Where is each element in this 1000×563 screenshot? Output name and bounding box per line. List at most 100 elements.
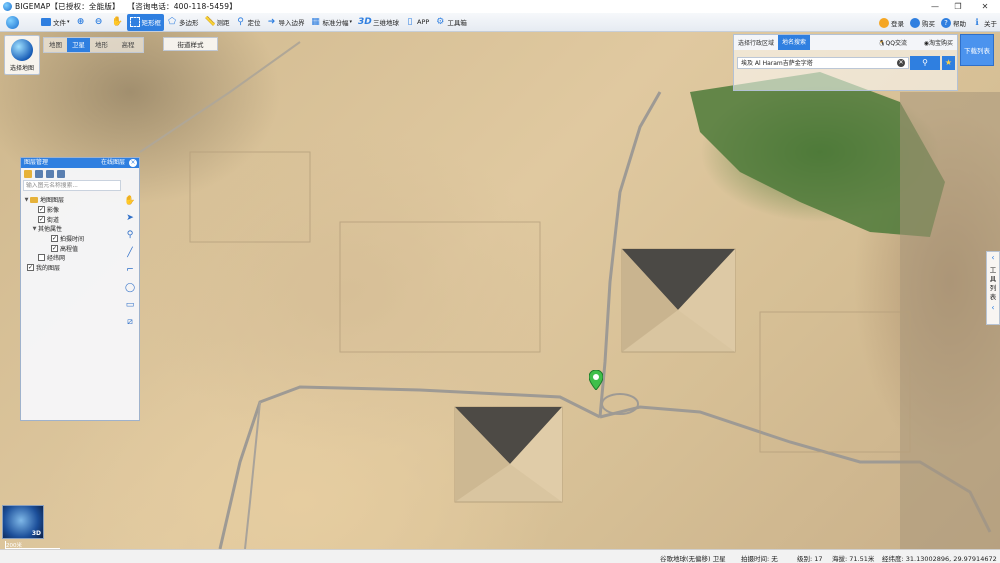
toolbox-button[interactable]: ⚙ 工具箱 (432, 14, 470, 31)
search-icon[interactable] (57, 170, 65, 178)
tab-select-region[interactable]: 选择行政区域 (734, 38, 778, 47)
pan-button[interactable]: ✋ (109, 14, 127, 31)
elevation-checkbox[interactable]: ✓ (51, 244, 58, 252)
folder-icon (41, 18, 51, 26)
chevron-left-icon[interactable]: ‹ (987, 302, 999, 314)
help-icon: ? (941, 17, 951, 28)
circle-icon[interactable]: ◯ (121, 279, 139, 296)
chevron-left-icon[interactable]: ‹ (987, 252, 999, 264)
tree-item-other-attributes[interactable]: ▼ 其他属性 (23, 224, 123, 234)
tree-item-elevation[interactable]: ✓ 高程值 (23, 243, 123, 253)
online-layers-link[interactable]: 在线图层 (101, 158, 125, 168)
second-pyramid (454, 406, 563, 503)
map-source-button[interactable]: 选择地图 (4, 35, 40, 75)
search-panel-tabs: 选择行政区域 地名搜索 🐧QQ交流 ◉淘宝购买 (734, 35, 957, 50)
tree-item-streets[interactable]: ✓ 街道 (23, 214, 123, 224)
layer-search-input[interactable]: 输入图元名称搜索... (23, 180, 121, 191)
tree-item-label: 我的图层 (36, 265, 61, 273)
import-boundary-button[interactable]: ➜ 导入边界 (264, 14, 308, 31)
open-folder-icon[interactable] (24, 170, 32, 178)
satellite-map[interactable] (0, 32, 1000, 549)
tab-satellite[interactable]: 卫星 (67, 38, 90, 52)
capture-time-checkbox[interactable]: ✓ (51, 235, 58, 243)
login-label: 登录 (891, 19, 904, 28)
save-icon[interactable] (35, 170, 43, 178)
mini-globe[interactable]: 3D (2, 505, 44, 539)
clear-search-icon[interactable]: ✕ (897, 59, 905, 67)
tab-place-search[interactable]: 地名搜索 (778, 35, 811, 50)
tool-list-tab[interactable]: ‹ 工 具 列 表 ‹ (986, 251, 1000, 325)
expand-arrow-icon[interactable]: ▼ (23, 197, 30, 203)
search-button[interactable]: ⚲ (910, 56, 940, 70)
file-menu-button[interactable]: 文件 ▾ (38, 14, 73, 31)
hand-pan-icon[interactable]: ✋ (121, 192, 139, 209)
tab-terrain[interactable]: 地形 (90, 38, 113, 52)
graticule-checkbox[interactable] (38, 254, 45, 262)
help-label: 帮助 (953, 19, 966, 28)
zoom-in-button[interactable]: ⊕ (73, 14, 91, 31)
ruler-icon[interactable]: ⧄ (121, 314, 139, 331)
hotline-text: 【咨询电话：400-118-5459】 (127, 2, 237, 11)
locate-button[interactable]: ⚲ 定位 (233, 14, 264, 31)
location-marker-icon[interactable] (589, 370, 603, 390)
help-button[interactable]: ? 帮助 (938, 14, 969, 31)
great-pyramid (621, 248, 736, 353)
layer-panel-header: 图层管理 在线图层 × (21, 158, 139, 168)
import-boundary-label: 导入边界 (278, 19, 305, 27)
tree-item-graticule[interactable]: 经纬网 (23, 253, 123, 263)
tree-item-imagery[interactable]: ✓ 影像 (23, 205, 123, 215)
standard-grid-button[interactable]: ▦ 标准分幅 ▾ (308, 14, 356, 31)
polygon-label: 多边形 (179, 19, 199, 27)
zoom-out-button[interactable]: ⊖ (91, 14, 109, 31)
rectangle-select-label: 矩形框 (141, 19, 162, 27)
app-button[interactable]: ▯ APP (402, 14, 432, 31)
taobao-link[interactable]: ◉淘宝购买 (924, 38, 953, 47)
login-button[interactable]: 登录 (876, 14, 907, 31)
rectangle-select-button[interactable]: 矩形框 (126, 13, 165, 31)
zoom-in-icon: ⊕ (76, 17, 85, 27)
tab-map[interactable]: 地图 (44, 38, 67, 52)
favorite-button[interactable]: ★ (942, 56, 955, 70)
qq-link[interactable]: 🐧QQ交流 (878, 38, 907, 47)
purchase-button[interactable]: 购买 (907, 14, 938, 31)
3d-icon: 3D (358, 17, 372, 27)
maximize-button[interactable]: ❐ (945, 0, 971, 13)
star-icon: ★ (944, 58, 953, 67)
status-bar: 谷歌地球(无偏移) 卫星 拍摄时间: 无 级别: 17 海拔: 71.51米 经… (0, 549, 1000, 563)
import-icon: ➜ (267, 17, 276, 27)
globe-icon (11, 39, 33, 61)
line-icon[interactable]: ╱ (121, 244, 139, 261)
app-menu-button[interactable] (3, 14, 24, 31)
place-search-input[interactable]: 埃及 Al Haram吉萨金字塔 (737, 57, 909, 69)
polygon-button[interactable]: ⬠ 多边形 (164, 14, 202, 31)
title-bar: BIGEMAP【已授权：全能版】 【咨询电话：400-118-5459】 — ❐… (0, 0, 1000, 13)
close-button[interactable]: ✕ (972, 0, 998, 13)
tree-item-map-layers[interactable]: ▼ 地图图层 (23, 195, 123, 205)
location-pin-icon[interactable]: ⚲ (121, 227, 139, 244)
polyline-icon[interactable]: ⌐ (121, 262, 139, 279)
toolbox-label: 工具箱 (447, 19, 467, 27)
layers-icon[interactable] (46, 170, 54, 178)
about-button[interactable]: ℹ 关于 (969, 14, 1000, 31)
measure-button[interactable]: 📏 测距 (202, 14, 233, 31)
ruler-icon: 📏 (204, 17, 216, 27)
expand-arrow-icon[interactable]: ▼ (31, 226, 38, 232)
download-list-button[interactable]: 下载列表 (960, 34, 994, 66)
tree-item-capture-time[interactable]: ✓ 拍摄时间 (23, 234, 123, 244)
altitude-status: 海拔: 71.51米 (832, 555, 875, 563)
tab-elevation[interactable]: 高程 (113, 38, 143, 52)
user-icon (879, 17, 889, 28)
bigemap-logo-icon (6, 15, 19, 29)
3d-earth-button[interactable]: 3D 三维地球 (355, 14, 402, 31)
my-layers-checkbox[interactable]: ✓ (27, 264, 34, 272)
3d-earth-label: 三维地球 (373, 19, 400, 27)
imagery-checkbox[interactable]: ✓ (38, 206, 45, 214)
tool-list-char: 列 (989, 284, 997, 292)
layer-panel-close-button[interactable]: × (129, 159, 137, 167)
tree-item-label: 高程值 (60, 245, 79, 253)
rectangle-icon[interactable]: ▭ (121, 296, 139, 313)
streets-checkbox[interactable]: ✓ (38, 215, 45, 223)
street-style-button[interactable]: 街道样式 (163, 37, 218, 51)
tree-item-my-layers[interactable]: ✓ 我的图层 (23, 263, 123, 273)
pointer-icon[interactable]: ➤ (121, 209, 139, 226)
